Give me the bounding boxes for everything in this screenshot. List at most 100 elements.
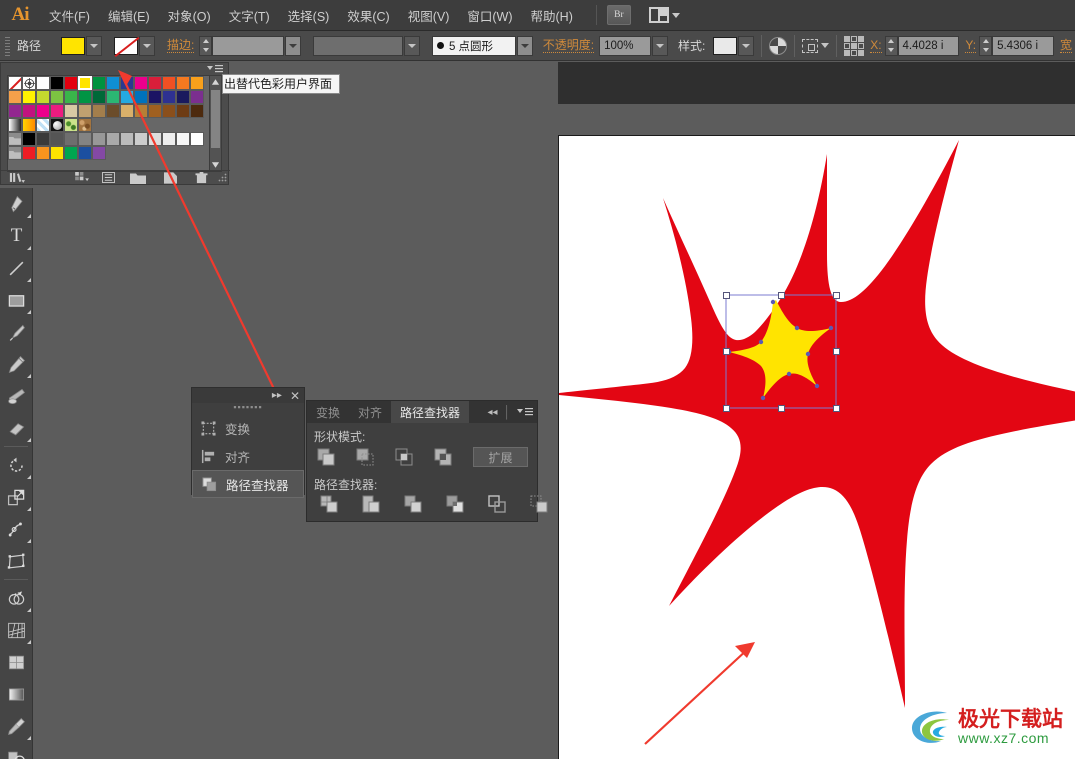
swatch-cell[interactable] xyxy=(106,90,120,104)
stroke-weight-stepper[interactable] xyxy=(199,35,213,56)
x-stepper[interactable] xyxy=(884,35,898,56)
opacity-mask-icon[interactable] xyxy=(769,36,788,55)
tool-blob-brush[interactable] xyxy=(0,380,33,412)
expand-button[interactable]: 扩展 xyxy=(473,447,528,467)
y-coordinate-field[interactable]: 5.4306 i xyxy=(992,35,1054,56)
tab-align[interactable]: 对齐 xyxy=(349,401,392,423)
tool-paintbrush[interactable] xyxy=(0,316,33,348)
swatch-cell[interactable] xyxy=(176,132,190,146)
swatch-cell[interactable] xyxy=(190,90,204,104)
swatch-cell[interactable] xyxy=(8,104,22,118)
swatch-libraries-button[interactable] xyxy=(1,172,32,183)
swatch-group-folder-grayscale[interactable] xyxy=(8,132,22,146)
menu-edit[interactable]: 编辑(E) xyxy=(99,2,159,29)
menu-help[interactable]: 帮助(H) xyxy=(522,2,582,29)
swatch-cell[interactable] xyxy=(36,90,50,104)
transform-popup-button[interactable] xyxy=(802,38,830,53)
swatch-cell[interactable] xyxy=(120,90,134,104)
swatches-grid[interactable] xyxy=(7,75,211,172)
tool-type[interactable]: T xyxy=(0,220,33,252)
selection-handle-bm[interactable] xyxy=(778,405,785,412)
stroke-none-swatch[interactable] xyxy=(114,36,138,55)
menu-effect[interactable]: 效果(C) xyxy=(338,2,398,29)
swatch-cell[interactable] xyxy=(190,104,204,118)
stroke-dropdown-button[interactable] xyxy=(139,35,155,56)
swatches-scrollbar[interactable] xyxy=(209,75,222,172)
swatch-cell[interactable] xyxy=(134,104,148,118)
swatch-cell[interactable] xyxy=(36,146,50,160)
pathfinder-panel[interactable]: 变换 对齐 路径查找器 ◂◂ │ 形状模式: 扩展 路径查找器: xyxy=(306,400,548,522)
tab-transform[interactable]: 变换 xyxy=(307,401,350,423)
swatch-black[interactable] xyxy=(50,76,64,90)
swatch-cell[interactable] xyxy=(78,132,92,146)
swatches-panel[interactable] xyxy=(0,62,230,187)
minidock-titlebar[interactable]: ▸▸ ✕ xyxy=(192,388,304,403)
swatch-pattern-ball[interactable] xyxy=(50,118,64,132)
control-bar-grip[interactable] xyxy=(4,34,11,57)
swatch-cell[interactable] xyxy=(148,104,162,118)
tool-rotate[interactable] xyxy=(0,449,33,481)
selection-handle-tm[interactable] xyxy=(778,292,785,299)
swatch-cell[interactable] xyxy=(106,104,120,118)
swatch-cell[interactable] xyxy=(92,104,106,118)
minidock-item-transform[interactable]: 变换 xyxy=(192,414,304,442)
swatch-cell[interactable] xyxy=(36,132,50,146)
swatch-gradient-yellow[interactable] xyxy=(22,118,36,132)
tool-line-segment[interactable] xyxy=(0,252,33,284)
x-coordinate-field[interactable]: 4.4028 i xyxy=(897,35,960,56)
graphic-style-swatch[interactable] xyxy=(713,36,738,55)
tool-gradient[interactable] xyxy=(0,678,33,710)
swatch-cell[interactable] xyxy=(134,90,148,104)
brush-definition-field[interactable]: 5 点圆形 xyxy=(431,35,516,56)
swatch-cell[interactable] xyxy=(92,146,106,160)
selection-handle-tl[interactable] xyxy=(723,292,730,299)
shape-mode-minus-front-button[interactable] xyxy=(356,448,374,466)
minidock-drag-dots[interactable]: ▪▪▪▪▪▪▪ xyxy=(192,403,304,414)
opacity-label[interactable]: 不透明度: xyxy=(542,38,595,53)
pathfinder-trim-button[interactable] xyxy=(362,495,380,513)
brush-definition-dropdown[interactable] xyxy=(516,35,533,56)
tool-mesh[interactable] xyxy=(0,646,33,678)
pathfinder-crop-button[interactable] xyxy=(446,495,464,513)
show-swatch-kinds-button[interactable] xyxy=(68,172,96,183)
swatch-cell[interactable] xyxy=(22,104,36,118)
delete-swatch-button[interactable] xyxy=(186,171,217,184)
swatch-cell[interactable] xyxy=(50,132,64,146)
menu-view[interactable]: 视图(V) xyxy=(399,2,459,29)
close-icon[interactable]: ✕ xyxy=(290,390,300,402)
collapse-icon[interactable]: ▸▸ xyxy=(272,390,282,401)
tool-eyedropper[interactable] xyxy=(0,710,33,742)
swatch-cell[interactable] xyxy=(78,146,92,160)
pathfinder-merge-button[interactable] xyxy=(404,495,422,513)
tool-free-transform[interactable] xyxy=(0,545,33,577)
pathfinder-minus-back-button[interactable] xyxy=(530,495,548,513)
panel-resize-grip[interactable] xyxy=(217,169,227,187)
scroll-up-icon[interactable] xyxy=(211,78,220,86)
tool-width[interactable] xyxy=(0,513,33,545)
swatch-cell[interactable] xyxy=(92,132,106,146)
tool-eraser[interactable] xyxy=(0,412,33,444)
tool-scale[interactable] xyxy=(0,481,33,513)
swatch-cell[interactable] xyxy=(50,104,64,118)
swatch-cell[interactable] xyxy=(176,104,190,118)
tool-perspective-grid[interactable] xyxy=(0,614,33,646)
stroke-profile-dropdown[interactable] xyxy=(404,35,420,56)
pathfinder-divide-button[interactable] xyxy=(320,495,338,513)
swatch-red[interactable] xyxy=(64,76,78,90)
swatch-cell[interactable] xyxy=(78,90,92,104)
tools-panel[interactable]: T xyxy=(0,188,33,759)
shape-mode-exclude-button[interactable] xyxy=(434,448,452,466)
swatch-options-button[interactable] xyxy=(96,172,121,183)
tool-blend[interactable] xyxy=(0,742,33,759)
artboard[interactable]: 极光下载站 www.xz7.com xyxy=(558,135,1075,759)
fill-dropdown-button[interactable] xyxy=(86,35,102,56)
swatch-white[interactable] xyxy=(36,76,50,90)
minidock-item-pathfinder[interactable]: 路径查找器 xyxy=(192,470,304,498)
y-stepper[interactable] xyxy=(979,35,993,56)
swatch-cell[interactable] xyxy=(8,90,22,104)
stroke-weight-dropdown[interactable] xyxy=(285,35,302,56)
tool-pencil[interactable] xyxy=(0,348,33,380)
opacity-dropdown[interactable] xyxy=(652,35,668,56)
tab-pathfinder[interactable]: 路径查找器 xyxy=(391,401,470,423)
swatch-cell[interactable] xyxy=(50,146,64,160)
